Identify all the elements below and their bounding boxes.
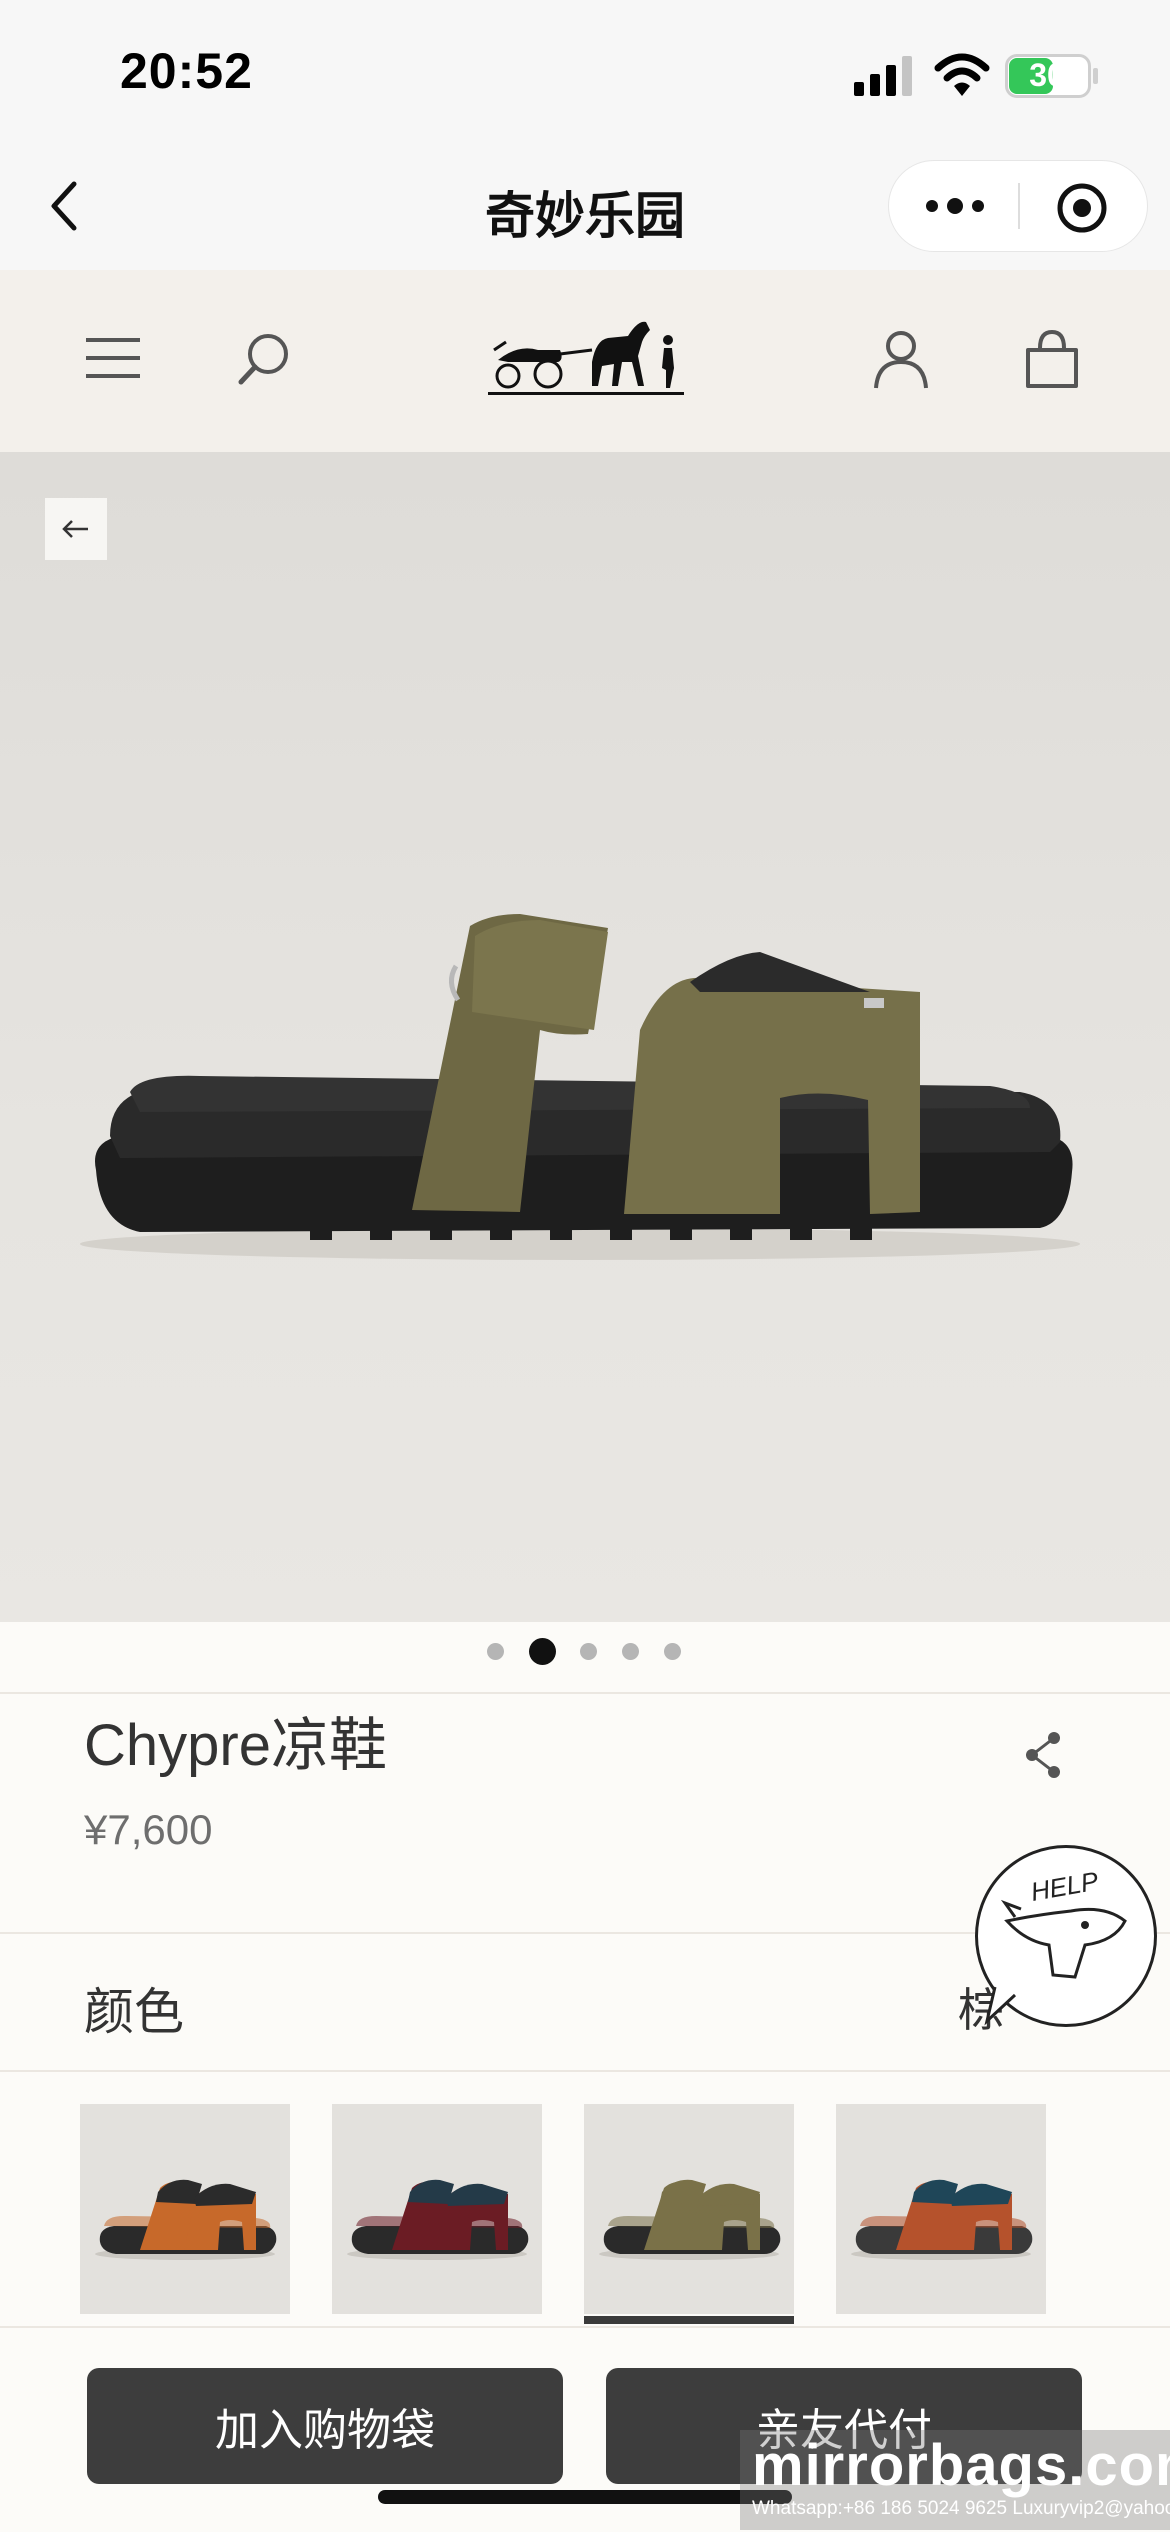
swatch-sandal-thumbnail	[851, 2179, 1033, 2260]
color-swatch-burgundy[interactable]	[332, 2104, 542, 2314]
divider	[0, 2070, 1170, 2072]
share-icon[interactable]	[1024, 1730, 1064, 1780]
carousel-dot[interactable]	[580, 1643, 597, 1660]
swatch-sandal-thumbnail	[95, 2179, 277, 2260]
carousel-back-button[interactable]	[45, 498, 107, 560]
watermark-brand: mirrorbags.com	[752, 2433, 1170, 2498]
product-name: Chypre凉鞋	[84, 1713, 387, 1778]
swatch-sandal-thumbnail	[599, 2179, 781, 2260]
arrow-left-icon	[62, 520, 88, 538]
color-label: 颜色	[84, 1984, 184, 2040]
menu-icon[interactable]	[84, 332, 142, 384]
more-dots-icon[interactable]	[920, 182, 990, 230]
carousel-dot[interactable]	[664, 1643, 681, 1660]
brand-logo[interactable]	[488, 310, 684, 400]
divider	[0, 1692, 1170, 1694]
color-swatch-rust[interactable]	[836, 2104, 1046, 2314]
color-swatch-khaki-selected[interactable]	[584, 2104, 794, 2314]
carousel-dots	[0, 1622, 1170, 1692]
close-target-icon[interactable]	[1054, 180, 1110, 236]
swatch-sandal-thumbnail	[347, 2179, 529, 2260]
capsule-divider	[1018, 183, 1020, 229]
color-swatch-orange[interactable]	[80, 2104, 290, 2314]
help-mascot-icon: HELP	[984, 1866, 1127, 2026]
back-chevron-icon[interactable]	[40, 176, 90, 236]
product-price: ¥7,600	[84, 1806, 213, 1853]
search-icon[interactable]	[236, 330, 294, 388]
carousel-dot[interactable]	[622, 1643, 639, 1660]
add-to-bag-button[interactable]: 加入购物袋	[87, 2368, 563, 2484]
wifi-icon	[934, 53, 990, 96]
signal-icon	[854, 56, 912, 96]
home-indicator	[378, 2490, 792, 2504]
svg-text:HELP: HELP	[1028, 1866, 1101, 1907]
nav-title: 奇妙乐园	[485, 188, 685, 244]
status-time: 20:52	[120, 43, 253, 99]
product-photo	[80, 914, 1080, 1260]
selected-swatch-indicator	[584, 2316, 794, 2324]
battery-tip	[1093, 68, 1098, 84]
carousel-dot-active[interactable]	[529, 1638, 556, 1665]
account-icon[interactable]	[872, 328, 930, 390]
carousel-dot[interactable]	[487, 1643, 504, 1660]
watermark-contact: Whatsapp:+86 186 5024 9625 Luxuryvip2@ya…	[752, 2498, 1170, 2519]
battery-percentage: 30	[1029, 57, 1065, 93]
shopping-bag-icon[interactable]	[1022, 328, 1082, 390]
